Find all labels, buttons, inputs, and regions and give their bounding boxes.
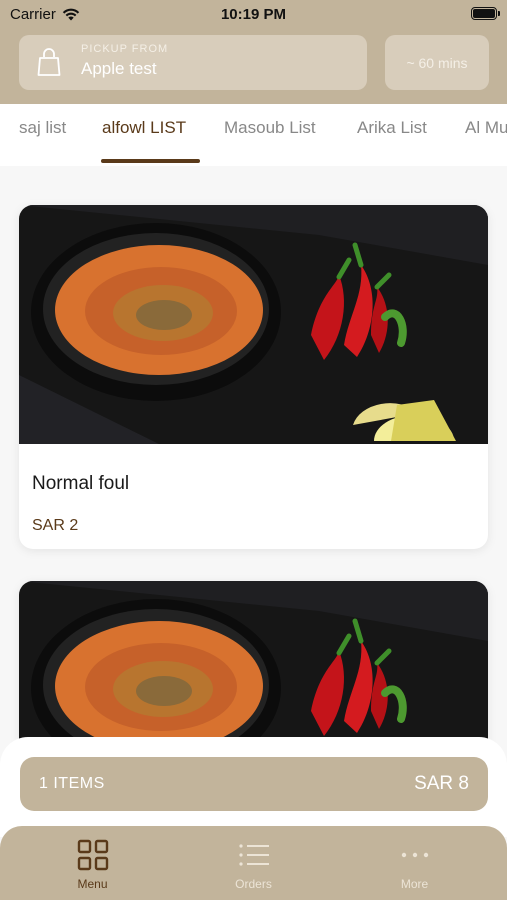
product-name: Normal foul [32, 473, 130, 494]
product-price: SAR 2 [32, 517, 79, 534]
status-bar: Carrier 10:19 PM [0, 0, 507, 30]
cart-items-count: 1 ITEMS [39, 775, 105, 792]
cart-total: SAR 8 [414, 773, 469, 794]
pickup-location-selector[interactable]: PICKUP FROM Apple test [19, 35, 367, 90]
pickup-label: PICKUP FROM [81, 43, 169, 55]
category-tabs: saj list alfowl LIST Masoub List Arika L… [0, 104, 507, 166]
battery-icon [471, 7, 500, 20]
tabbar-orders[interactable]: Orders [169, 826, 338, 900]
header: Carrier 10:19 PM PICKUP FROM Apple test … [0, 0, 507, 104]
tab-al-mu[interactable]: Al Mu [465, 118, 507, 138]
bottom-tab-bar: Menu Orders More [0, 826, 507, 900]
shopping-bag-icon [37, 48, 61, 76]
tab-arika-list[interactable]: Arika List [357, 118, 427, 138]
product-image [19, 205, 488, 444]
grid-icon [77, 839, 108, 871]
estimated-time-button[interactable]: ~ 60 mins [385, 35, 489, 90]
more-dots-icon [401, 852, 428, 858]
active-tab-indicator [101, 159, 200, 163]
tab-masoub-list[interactable]: Masoub List [224, 118, 316, 138]
tab-saj-list[interactable]: saj list [19, 118, 66, 138]
list-icon [238, 844, 269, 866]
view-cart-button[interactable]: 1 ITEMS SAR 8 [20, 757, 488, 811]
product-card[interactable]: Normal foul SAR 2 [19, 205, 488, 549]
pickup-location: Apple test [81, 59, 157, 78]
status-time: 10:19 PM [220, 6, 287, 23]
tab-alfowl-list[interactable]: alfowl LIST [102, 118, 186, 138]
tabbar-menu-label: Menu [77, 877, 108, 891]
tabbar-more-label: More [400, 877, 429, 891]
tabbar-more[interactable]: More [330, 826, 499, 900]
tabbar-menu[interactable]: Menu [8, 826, 177, 900]
tabbar-orders-label: Orders [235, 877, 272, 891]
